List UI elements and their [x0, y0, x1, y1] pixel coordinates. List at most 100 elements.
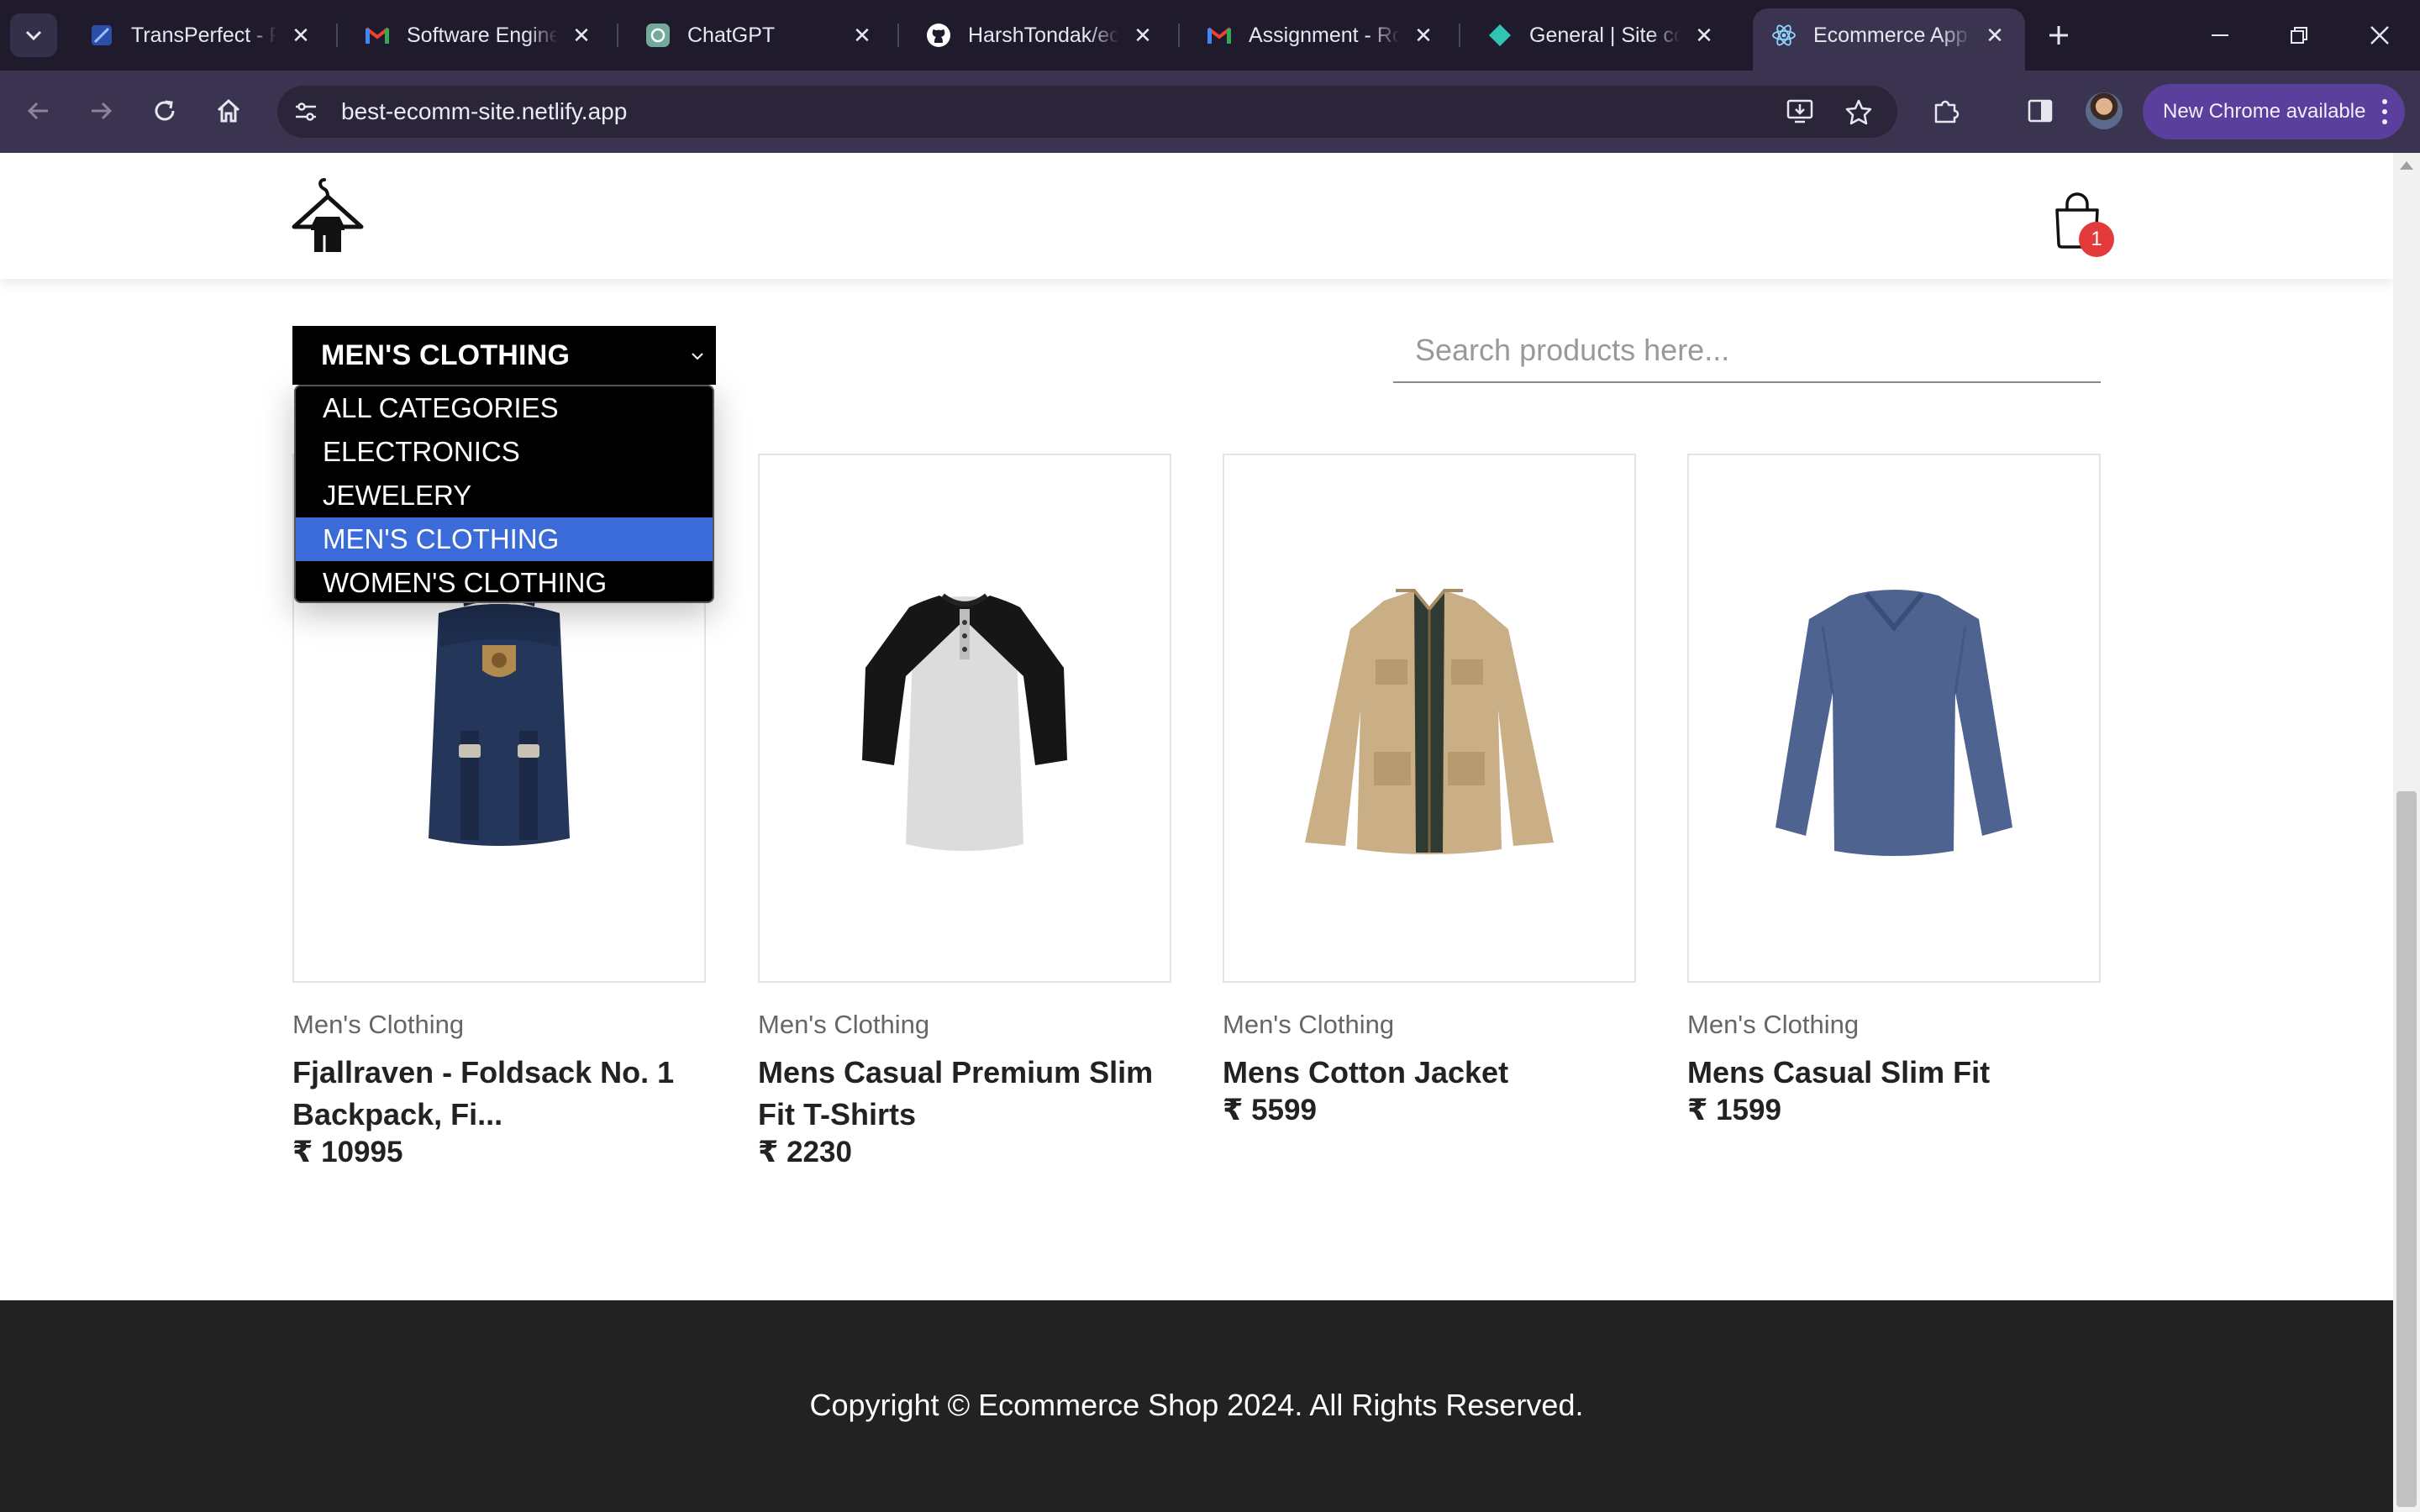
raglan-tshirt-image — [862, 593, 1067, 851]
forward-button[interactable] — [77, 87, 124, 134]
close-icon[interactable]: ✕ — [289, 23, 313, 48]
scrollbar-thumb[interactable] — [2396, 791, 2417, 1507]
product-image[interactable] — [1687, 454, 2101, 983]
install-app-button[interactable] — [1783, 95, 1817, 129]
backpack-image — [429, 582, 570, 846]
category-select[interactable]: MEN'S CLOTHING — [292, 326, 716, 385]
more-options-icon[interactable] — [2381, 99, 2388, 124]
product-category: Men's Clothing — [758, 1010, 930, 1039]
gmail-icon — [1207, 23, 1232, 48]
product-title[interactable]: Mens Casual Slim Fit — [1687, 1052, 2101, 1094]
tab-title: Ecommerce App — [1813, 23, 1968, 47]
minimize-icon — [2212, 34, 2228, 36]
page-viewport: 1 MEN'S CLOTHING Men's Clothing Fjallrav… — [0, 153, 2393, 1512]
close-icon[interactable]: ✕ — [1412, 23, 1435, 48]
new-tab-button[interactable] — [2037, 13, 2081, 57]
netlify-icon — [1487, 23, 1512, 48]
close-icon[interactable]: ✕ — [570, 23, 593, 48]
tab-title: HarshTondak/eco — [968, 23, 1119, 47]
product-price: ₹ 10995 — [292, 1136, 403, 1168]
arrow-right-icon — [92, 102, 113, 120]
category-dropdown-list: ALL CATEGORIES ELECTRONICS JEWELERY MEN'… — [294, 385, 714, 603]
close-icon[interactable]: ✕ — [850, 23, 874, 48]
close-icon[interactable]: ✕ — [1131, 23, 1155, 48]
chevron-down-icon — [692, 353, 703, 360]
product-category: Men's Clothing — [292, 1010, 465, 1039]
transperfect-icon — [89, 23, 114, 48]
address-bar[interactable]: best-ecomm-site.netlify.app — [277, 86, 1897, 138]
tab-title: Software Enginee — [407, 23, 558, 47]
product-category: Men's Clothing — [1223, 1010, 1395, 1039]
tab-github[interactable]: HarshTondak/eco ✕ — [908, 8, 1173, 62]
profile-avatar[interactable] — [2086, 92, 2123, 129]
scroll-up-icon[interactable] — [2400, 161, 2413, 170]
category-option-womens-clothing[interactable]: WOMEN'S CLOTHING — [296, 561, 713, 601]
copyright-text: Copyright © Ecommerce Shop 2024. All Rig… — [809, 1388, 1584, 1422]
tab-separator — [1178, 24, 1180, 47]
url-text[interactable]: best-ecomm-site.netlify.app — [341, 86, 627, 138]
product-price: ₹ 1599 — [1687, 1094, 1781, 1126]
side-panel-icon — [2028, 99, 2053, 123]
gmail-icon — [365, 23, 390, 48]
minimize-button[interactable] — [2186, 8, 2254, 62]
plus-icon — [2049, 26, 2068, 45]
page-scrollbar[interactable] — [2393, 153, 2420, 1512]
cotton-jacket-image — [1305, 589, 1554, 854]
chrome-update-button[interactable]: New Chrome available — [2143, 84, 2405, 139]
tab-separator — [617, 24, 618, 47]
product-title[interactable]: Mens Casual Premium Slim Fit T-Shirts — [758, 1052, 1171, 1136]
hanger-logo-icon[interactable] — [291, 178, 365, 254]
longsleeve-shirt-image — [1776, 590, 2012, 856]
tab-title: ChatGPT — [687, 23, 776, 47]
tab-gmail-assignment[interactable]: Assignment - Rou ✕ — [1188, 8, 1454, 62]
home-icon — [217, 98, 240, 123]
tab-title: TransPerfect - Pro — [131, 23, 277, 47]
extensions-button[interactable] — [1923, 87, 1970, 134]
update-label: New Chrome available — [2163, 100, 2366, 123]
tab-ecommerce-app[interactable]: Ecommerce App ✕ — [1753, 8, 2025, 71]
category-option-all[interactable]: ALL CATEGORIES — [296, 386, 713, 430]
product-category: Men's Clothing — [1687, 1010, 1860, 1039]
tab-title: General | Site con — [1529, 23, 1681, 47]
category-option-jewelery[interactable]: JEWELERY — [296, 474, 713, 517]
category-select-value: MEN'S CLOTHING — [321, 339, 571, 371]
product-title[interactable]: Fjallraven - Foldsack No. 1 Backpack, Fi… — [292, 1052, 706, 1136]
tab-netlify[interactable]: General | Site con ✕ — [1469, 8, 1734, 62]
bookmark-button[interactable] — [1842, 95, 1876, 129]
star-icon — [1845, 99, 1872, 125]
tab-separator — [336, 24, 338, 47]
close-icon[interactable]: ✕ — [1983, 23, 2007, 48]
back-button[interactable] — [15, 87, 62, 134]
reload-button[interactable] — [141, 87, 188, 134]
arrow-left-icon — [27, 102, 48, 120]
tab-gmail-software[interactable]: Software Enginee ✕ — [346, 8, 612, 62]
search-input[interactable] — [1393, 319, 2101, 381]
product-image[interactable] — [1223, 454, 1636, 983]
close-window-button[interactable] — [2346, 8, 2413, 62]
site-header: 1 — [0, 153, 2393, 279]
reload-icon — [155, 100, 175, 121]
tune-icon — [296, 102, 316, 121]
puzzle-icon — [1934, 100, 1960, 123]
side-panel-button[interactable] — [2017, 87, 2064, 134]
product-price: ₹ 2230 — [758, 1136, 852, 1168]
tab-title: Assignment - Rou — [1249, 23, 1400, 47]
site-info-button[interactable] — [289, 95, 323, 129]
restore-button[interactable] — [2265, 8, 2333, 62]
product-image[interactable] — [758, 454, 1171, 983]
chatgpt-icon — [645, 23, 671, 48]
tab-separator — [1459, 24, 1460, 47]
product-price: ₹ 5599 — [1223, 1094, 1317, 1126]
install-icon — [1786, 99, 1813, 123]
product-title[interactable]: Mens Cotton Jacket — [1223, 1052, 1636, 1094]
search-box — [1393, 319, 2101, 383]
home-button[interactable] — [205, 87, 252, 134]
tab-chatgpt[interactable]: ChatGPT ✕ — [627, 8, 892, 62]
category-option-mens-clothing[interactable]: MEN'S CLOTHING — [296, 517, 713, 561]
close-icon[interactable]: ✕ — [1692, 23, 1716, 48]
tab-search-button[interactable] — [10, 13, 57, 57]
chevron-down-icon — [25, 30, 42, 41]
restore-icon — [2291, 27, 2307, 44]
category-option-electronics[interactable]: ELECTRONICS — [296, 430, 713, 474]
tab-transperfect[interactable]: TransPerfect - Pro ✕ — [71, 8, 331, 62]
